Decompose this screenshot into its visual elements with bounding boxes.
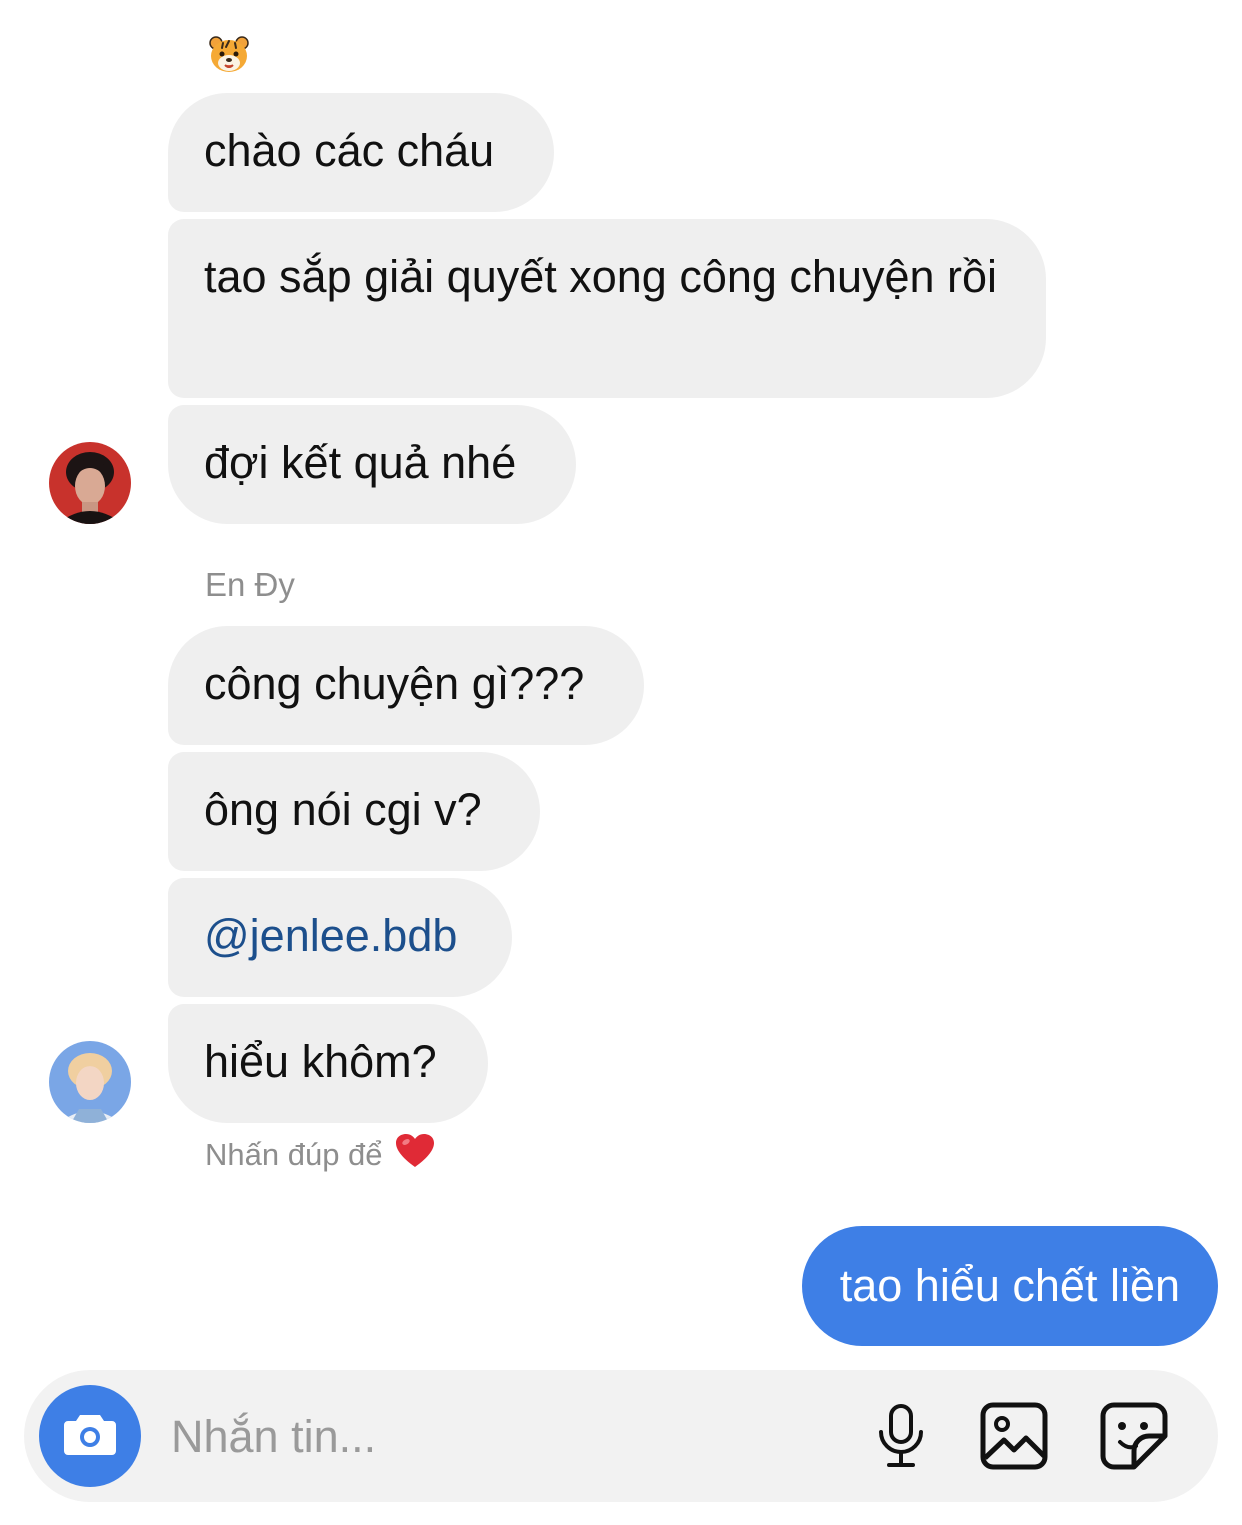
- hint-text: Nhấn đúp để: [205, 1137, 383, 1172]
- microphone-icon[interactable]: [867, 1402, 935, 1470]
- message-text: tao hiểu chết liền: [839, 1260, 1180, 1311]
- avatar[interactable]: [49, 442, 131, 524]
- message-composer: [24, 1370, 1218, 1502]
- mention-link[interactable]: @jenlee.bdb: [204, 910, 457, 961]
- message-bubble[interactable]: đợi kết quả nhé: [168, 405, 576, 524]
- message-text: chào các cháu: [204, 125, 495, 176]
- camera-icon: [62, 1411, 118, 1462]
- message-bubble[interactable]: @jenlee.bdb: [168, 878, 512, 997]
- double-tap-hint: Nhấn đúp để: [205, 1133, 435, 1177]
- message-text: hiểu khôm?: [204, 1036, 437, 1087]
- sticker-icon[interactable]: [1100, 1402, 1168, 1470]
- message-bubble[interactable]: hiểu khôm?: [168, 1004, 488, 1123]
- message-text: công chuyện gì???: [204, 658, 585, 709]
- message-text: đợi kết quả nhé: [204, 437, 517, 488]
- message-bubble[interactable]: chào các cháu: [168, 93, 554, 212]
- message-bubble[interactable]: tao sắp giải quyết xong công chuyện rồi: [168, 219, 1046, 398]
- message-bubble[interactable]: công chuyện gì???: [168, 626, 644, 745]
- message-input[interactable]: [169, 1404, 823, 1470]
- message-text: ông nói cgi v?: [204, 784, 482, 835]
- tiger-face-icon: [208, 34, 250, 74]
- sender-name: En Đy: [205, 566, 295, 603]
- message-bubble[interactable]: ông nói cgi v?: [168, 752, 540, 871]
- message-text: tao sắp giải quyết xong công chuyện rồi: [204, 251, 998, 302]
- image-gallery-icon[interactable]: [980, 1402, 1048, 1470]
- my-message-bubble[interactable]: tao hiểu chết liền: [801, 1226, 1218, 1346]
- camera-button[interactable]: [39, 1385, 141, 1487]
- red-heart-icon: [395, 1133, 435, 1177]
- avatar[interactable]: [49, 1041, 131, 1123]
